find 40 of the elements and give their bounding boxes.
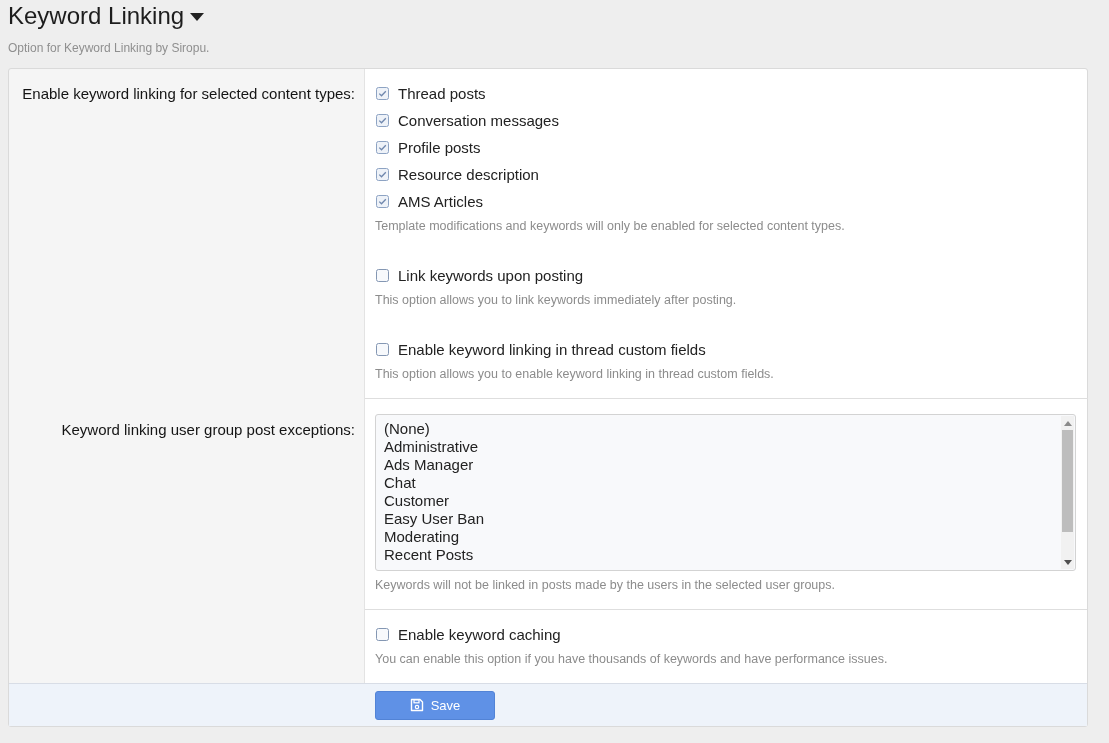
- row-label: Keyword linking user group post exceptions:: [61, 421, 355, 438]
- list-option[interactable]: Customer: [384, 492, 1053, 510]
- checkbox-label[interactable]: Enable keyword linking in thread custom fields: [398, 339, 706, 360]
- list-option[interactable]: Easy User Ban: [384, 510, 1053, 528]
- page-description: Option for Keyword Linking by Siropu.: [8, 40, 211, 56]
- list-option[interactable]: Ads Manager: [384, 456, 1053, 474]
- scrollbar[interactable]: [1061, 416, 1074, 569]
- scroll-up-icon[interactable]: [1063, 421, 1072, 426]
- option-hint: Template modifications and keywords will only be enabled for selected content types.: [375, 218, 846, 235]
- user-group-list[interactable]: (None) Administrative Ads Manager Chat Customer Easy User Ban Moderating Recent Posts: [375, 414, 1076, 571]
- checkbox[interactable]: [376, 628, 389, 641]
- checkbox-label[interactable]: Thread posts: [398, 83, 486, 104]
- option-hint: This option allows you to link keywords immediately after posting.: [375, 292, 738, 309]
- option-hint: Keywords will not be linked in posts made by the users in the selected user groups.: [375, 577, 836, 594]
- checkbox[interactable]: [376, 168, 389, 181]
- list-option[interactable]: Recent Posts: [384, 546, 1053, 564]
- option-hint: You can enable this option if you have thousands of keywords and have performance issues.: [375, 651, 889, 668]
- save-icon: [409, 698, 424, 712]
- checkbox[interactable]: [376, 141, 389, 154]
- checkbox-label[interactable]: Profile posts: [398, 137, 481, 158]
- checkbox-label[interactable]: Conversation messages: [398, 110, 559, 131]
- option-hint: This option allows you to enable keyword linking in thread custom fields.: [375, 366, 775, 383]
- checkbox[interactable]: [376, 195, 389, 208]
- row-label: Enable keyword linking for selected content types:: [22, 85, 355, 102]
- checkbox-label[interactable]: Link keywords upon posting: [398, 265, 584, 286]
- checkbox[interactable]: [376, 343, 389, 356]
- list-option[interactable]: (None): [384, 420, 1053, 438]
- list-option[interactable]: Moderating: [384, 528, 1053, 546]
- list-option[interactable]: Chat: [384, 474, 1053, 492]
- page-title: Keyword Linking: [8, 2, 185, 30]
- checkbox[interactable]: [376, 269, 389, 282]
- checkbox-label[interactable]: AMS Articles: [398, 191, 484, 212]
- scroll-down-icon[interactable]: [1063, 560, 1072, 565]
- checkbox-label[interactable]: Enable keyword caching: [398, 624, 561, 645]
- checkbox-label[interactable]: Resource description: [398, 164, 539, 185]
- checkbox[interactable]: [376, 87, 389, 100]
- scrollbar-thumb[interactable]: [1062, 430, 1073, 532]
- list-option[interactable]: Administrative: [384, 438, 1053, 456]
- checkbox[interactable]: [376, 114, 389, 127]
- caret-down-icon[interactable]: [190, 12, 205, 22]
